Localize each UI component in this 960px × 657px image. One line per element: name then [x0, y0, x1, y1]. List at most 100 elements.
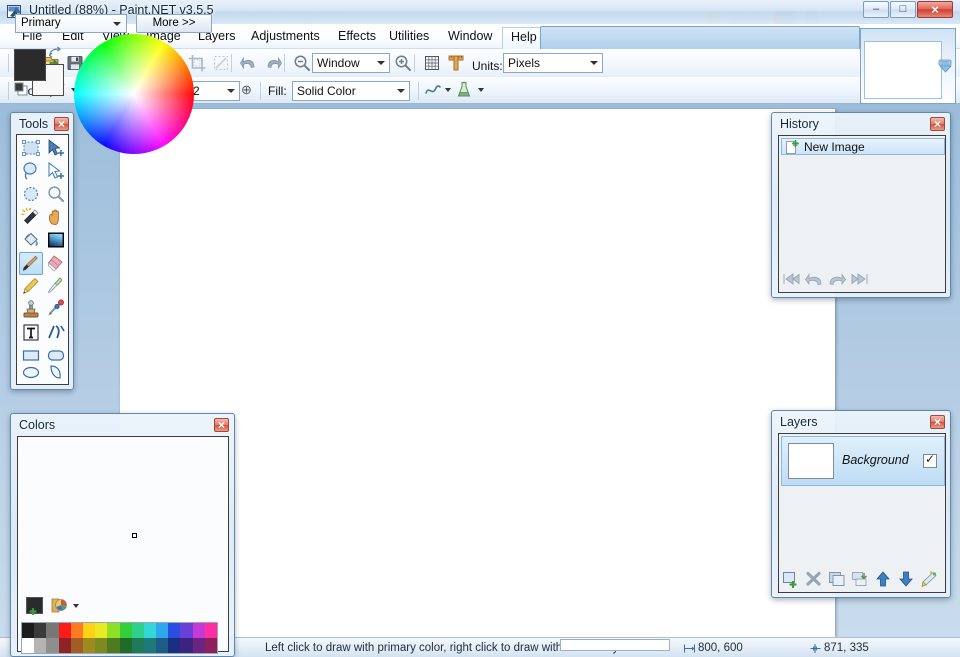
maximize-button[interactable]: □ [890, 1, 916, 18]
add-layer-button[interactable] [781, 570, 801, 588]
lasso-select-tool[interactable] [19, 160, 43, 183]
delete-layer-button[interactable] [804, 570, 824, 588]
deselect-icon[interactable] [211, 53, 231, 73]
active-document-tab[interactable] [540, 26, 860, 50]
move-selected-tool[interactable] [44, 137, 68, 160]
color-swatch[interactable] [34, 623, 46, 638]
blend-mode-icon[interactable] [454, 80, 474, 100]
color-swatch[interactable] [168, 638, 180, 653]
history-list[interactable]: New Image [778, 135, 946, 293]
tools-palette-close-button[interactable] [54, 117, 69, 131]
menu-adjustments[interactable]: Adjustments [243, 27, 328, 46]
color-swatch[interactable] [71, 623, 83, 638]
blendmode-chevron-down-icon[interactable] [478, 88, 484, 92]
close-button[interactable]: × [917, 1, 953, 18]
color-swatch[interactable] [71, 638, 83, 653]
zoom-in-icon[interactable] [393, 53, 413, 73]
redo-icon[interactable] [263, 53, 283, 73]
color-swatch[interactable] [46, 623, 58, 638]
palette-menu-chevron-down-icon[interactable] [73, 604, 79, 608]
color-swatch[interactable] [180, 623, 192, 638]
color-swatch[interactable] [107, 638, 119, 653]
add-color-icon[interactable] [26, 597, 43, 614]
menu-utilities[interactable]: Utilities [381, 27, 437, 46]
menu-window[interactable]: Window [440, 27, 500, 46]
color-swatch[interactable] [156, 623, 168, 638]
color-swatch[interactable] [132, 623, 144, 638]
merge-layer-down-button[interactable] [850, 570, 870, 588]
duplicate-layer-button[interactable] [827, 570, 847, 588]
color-swatch[interactable] [34, 638, 46, 653]
move-layer-up-button[interactable] [873, 570, 893, 588]
primary-color-swatch[interactable] [14, 49, 46, 81]
history-palette-close-button[interactable] [930, 117, 945, 131]
color-swatch[interactable] [205, 623, 217, 638]
zoom-out-icon[interactable] [292, 53, 312, 73]
reset-colors-icon[interactable] [14, 82, 28, 96]
color-mode-combo[interactable]: Primary [15, 14, 127, 33]
freeform-shape-tool[interactable] [44, 361, 68, 384]
zoom-tool[interactable] [44, 183, 68, 206]
move-layer-down-button[interactable] [896, 570, 916, 588]
paint-bucket-tool[interactable] [19, 229, 43, 252]
history-undo-button[interactable] [804, 270, 824, 288]
color-swatch[interactable] [95, 623, 107, 638]
color-swatch[interactable] [144, 623, 156, 638]
color-swatch[interactable] [193, 623, 205, 638]
paintbrush-tool[interactable] [19, 252, 43, 275]
color-picker-tool[interactable] [44, 275, 68, 298]
thumbnail-dropdown-icon[interactable] [938, 58, 952, 74]
grid-icon[interactable] [422, 53, 442, 73]
palette-menu-icon[interactable] [50, 597, 68, 614]
color-swatch[interactable] [193, 638, 205, 653]
color-swatch[interactable] [59, 638, 71, 653]
text-tool[interactable] [19, 321, 43, 344]
color-swatch[interactable] [95, 638, 107, 653]
color-swatch[interactable] [205, 638, 217, 653]
crop-icon[interactable] [187, 53, 207, 73]
color-swatch[interactable] [107, 623, 119, 638]
layers-list[interactable]: Background [778, 433, 946, 593]
color-swatch[interactable] [168, 623, 180, 638]
color-wheel[interactable] [74, 34, 194, 154]
document-thumbnail[interactable] [864, 41, 942, 99]
layers-palette-close-button[interactable] [930, 415, 945, 429]
layer-visibility-checkbox[interactable] [923, 454, 937, 468]
history-redo-button[interactable] [827, 270, 847, 288]
color-swatch[interactable] [83, 623, 95, 638]
color-swatch[interactable] [83, 638, 95, 653]
color-swatch-grid[interactable] [21, 622, 218, 654]
history-fastforward-button[interactable] [850, 270, 870, 288]
pencil-tool[interactable] [19, 275, 43, 298]
color-swatch[interactable] [59, 623, 71, 638]
ruler-icon[interactable] [446, 53, 466, 73]
clone-stamp-tool[interactable] [19, 298, 43, 321]
gradient-tool[interactable] [44, 229, 68, 252]
color-swatch[interactable] [120, 623, 132, 638]
eraser-tool[interactable] [44, 252, 68, 275]
brush-width-combo[interactable]: 2 [188, 81, 240, 101]
antialias-chevron-down-icon[interactable] [445, 88, 451, 92]
fill-style-combo[interactable]: Solid Color [292, 81, 410, 101]
color-swatch[interactable] [180, 638, 192, 653]
ellipse-tool[interactable] [19, 361, 43, 384]
more-colors-button[interactable]: More >> [136, 14, 212, 33]
move-selection-tool[interactable] [44, 160, 68, 183]
color-swatch[interactable] [22, 623, 34, 638]
recolor-tool[interactable] [44, 298, 68, 321]
color-swatch[interactable] [144, 638, 156, 653]
menu-effects[interactable]: Effects [330, 27, 384, 46]
units-combo[interactable]: Pixels [503, 53, 603, 73]
color-swatch[interactable] [22, 638, 34, 653]
color-swatch[interactable] [132, 638, 144, 653]
history-rewind-button[interactable] [781, 270, 801, 288]
history-list-item[interactable]: New Image [781, 138, 945, 155]
rectangle-select-tool[interactable] [19, 137, 43, 160]
ellipse-select-tool[interactable] [19, 183, 43, 206]
pan-tool[interactable] [44, 206, 68, 229]
minimize-button[interactable]: – [863, 1, 889, 18]
line-curve-tool[interactable] [44, 321, 68, 344]
colors-palette-close-button[interactable] [214, 418, 229, 432]
zoom-level-combo[interactable]: Window [312, 53, 390, 73]
layer-properties-button[interactable] [919, 570, 939, 588]
